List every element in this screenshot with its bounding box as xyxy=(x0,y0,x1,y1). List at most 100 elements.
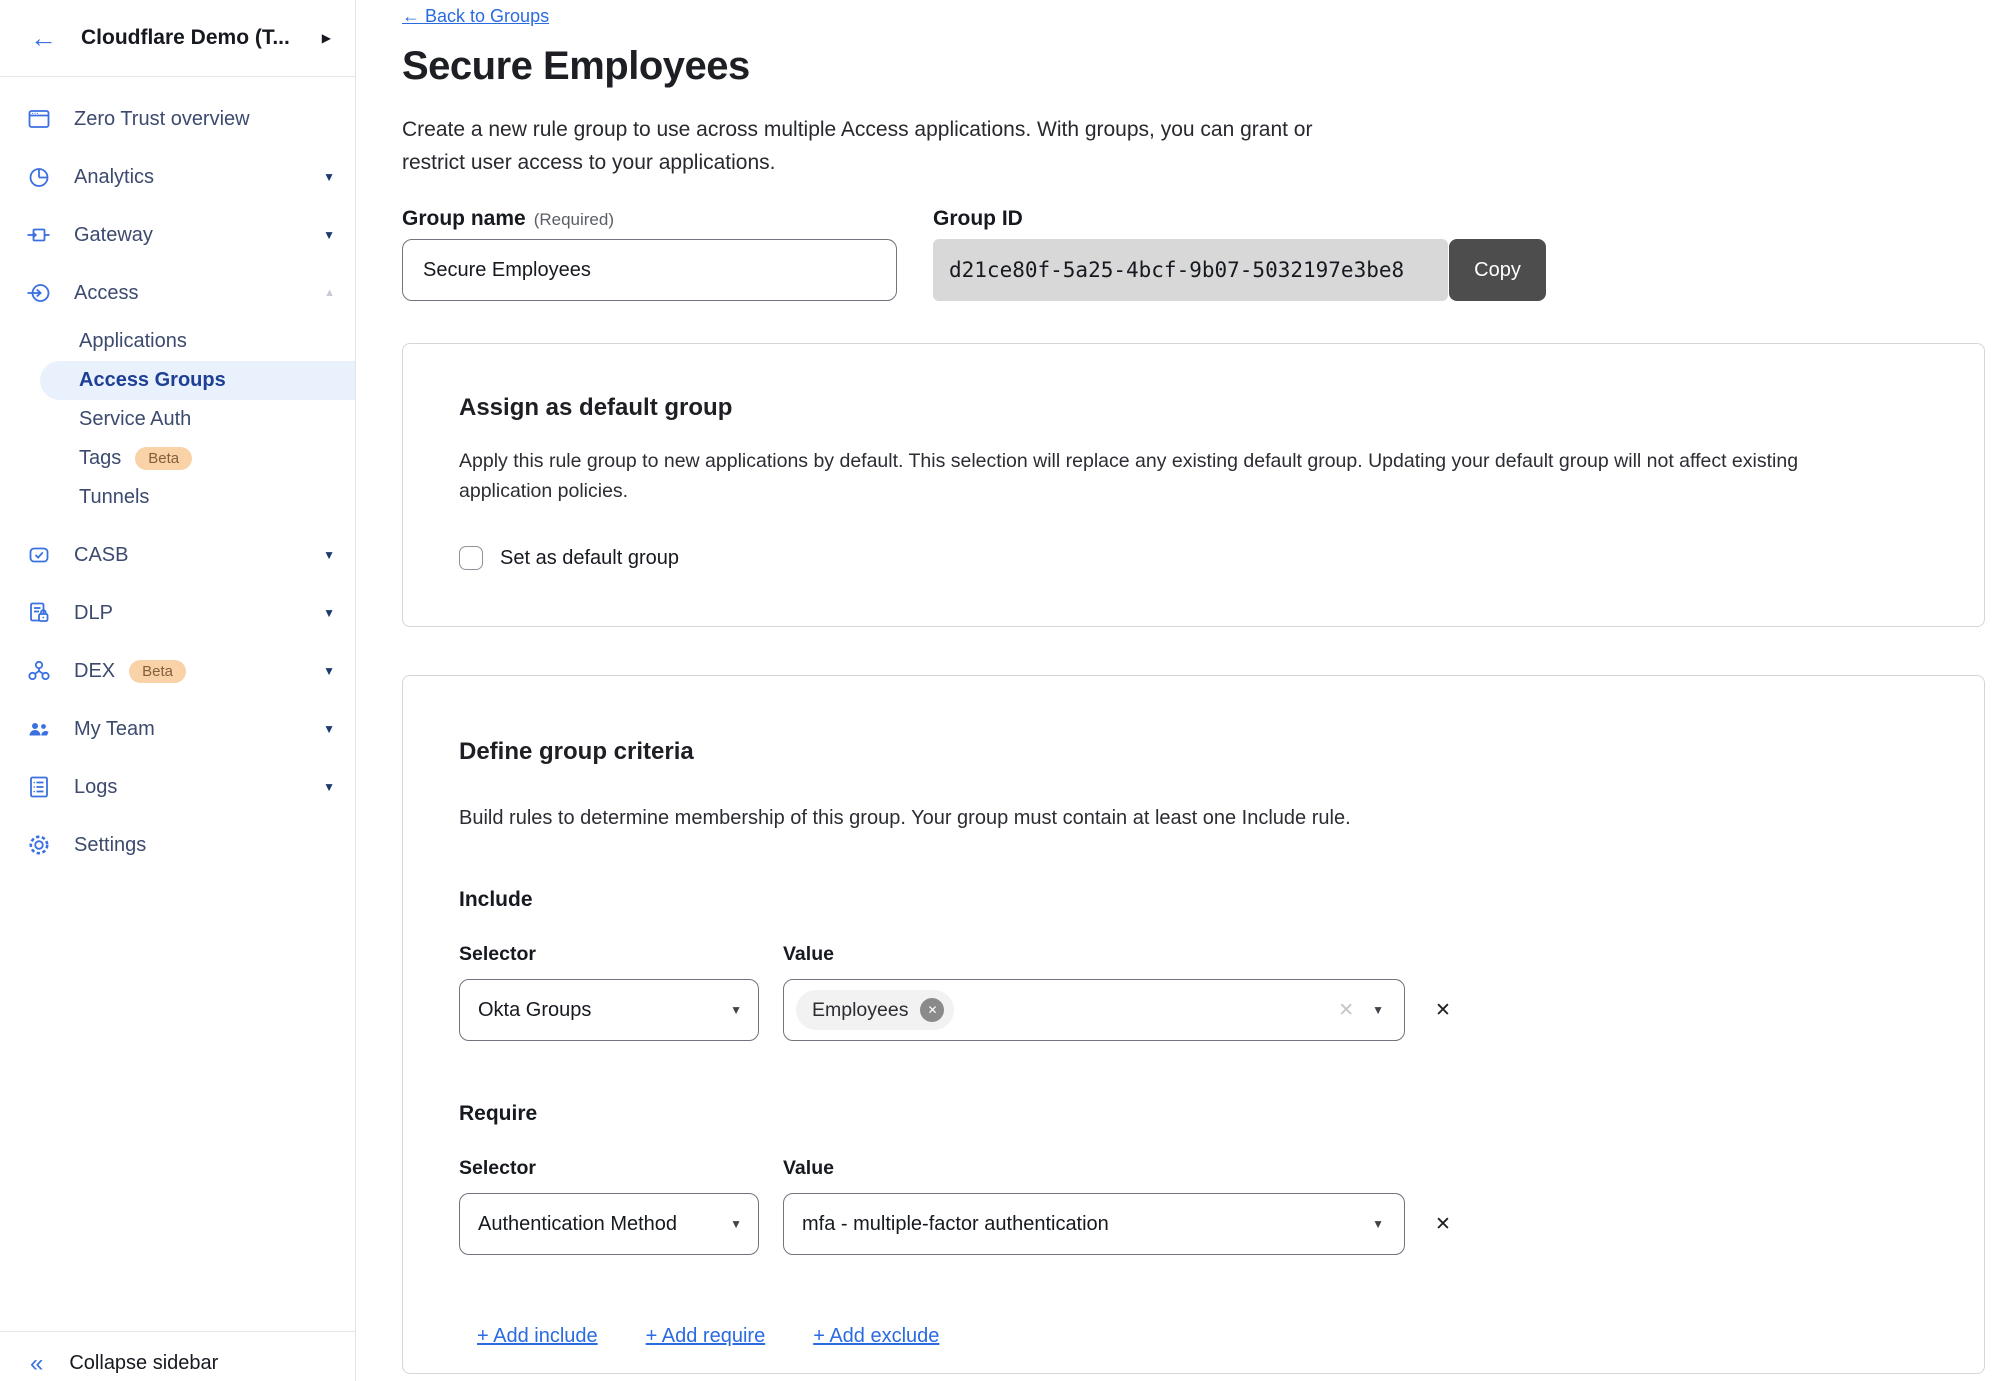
sidebar-item-tags[interactable]: Tags Beta xyxy=(0,439,355,478)
sidebar-item-access-groups[interactable]: Access Groups xyxy=(40,361,355,400)
group-name-label: Group name (Required) xyxy=(402,207,897,231)
name-id-form-row: Group name (Required) Group ID d21ce80f-5… xyxy=(402,207,1999,301)
require-value-label: Value xyxy=(783,1157,834,1181)
include-selector-dropdown[interactable]: Okta Groups ▼ xyxy=(459,979,759,1041)
sidebar-item-my-team[interactable]: My Team ▼ xyxy=(0,700,355,758)
include-selector-value: Okta Groups xyxy=(478,999,730,1022)
criteria-card: Define group criteria Build rules to det… xyxy=(402,675,1985,1374)
people-icon xyxy=(26,716,52,742)
casb-shield-check-icon xyxy=(26,542,52,568)
group-id-label: Group ID xyxy=(933,207,1546,231)
default-group-card-title: Assign as default group xyxy=(459,394,1928,422)
sidebar-item-applications[interactable]: Applications xyxy=(0,322,355,361)
require-rule-row: Authentication Method ▼ mfa - multiple-f… xyxy=(459,1193,1928,1255)
chevron-down-icon: ▼ xyxy=(1372,1217,1384,1231)
chevron-down-icon: ▼ xyxy=(323,170,335,184)
add-require-link[interactable]: + Add require xyxy=(646,1325,766,1349)
sidebar-item-zero-trust-overview[interactable]: Zero Trust overview xyxy=(0,90,355,148)
sidebar-item-label: Tags xyxy=(79,447,121,470)
include-selector-label: Selector xyxy=(459,943,759,967)
require-value: mfa - multiple-factor authentication xyxy=(802,1213,1354,1236)
logs-list-icon xyxy=(26,774,52,800)
sidebar-item-label: Service Auth xyxy=(79,408,191,431)
value-chip-label: Employees xyxy=(812,999,908,1022)
account-title: Cloudflare Demo (T... xyxy=(81,26,322,50)
window-icon xyxy=(26,106,52,132)
group-name-input[interactable] xyxy=(402,239,897,301)
require-value-dropdown[interactable]: mfa - multiple-factor authentication ▼ xyxy=(783,1193,1405,1255)
back-to-groups-link[interactable]: ← Back to Groups xyxy=(402,6,549,27)
beta-badge: Beta xyxy=(135,447,192,470)
chevron-down-icon: ▼ xyxy=(730,1217,742,1231)
set-default-checkbox[interactable] xyxy=(459,546,483,570)
copy-button[interactable]: Copy xyxy=(1449,239,1546,301)
add-rule-links: + Add include + Add require + Add exclud… xyxy=(477,1325,1928,1349)
gateway-icon xyxy=(26,222,52,248)
set-default-checkbox-label: Set as default group xyxy=(500,547,679,570)
sidebar-item-label: Analytics xyxy=(74,166,154,189)
sidebar-item-label: Zero Trust overview xyxy=(74,108,250,131)
back-arrow-icon[interactable]: ← xyxy=(30,25,57,52)
chevron-down-icon: ▼ xyxy=(1372,1003,1384,1017)
include-value-multiselect[interactable]: Employees ✕ ✕ ▼ xyxy=(783,979,1405,1041)
sidebar-item-service-auth[interactable]: Service Auth xyxy=(0,400,355,439)
required-hint: (Required) xyxy=(534,210,614,229)
sidebar-item-label: Settings xyxy=(74,834,146,857)
chevron-down-icon: ▼ xyxy=(323,722,335,736)
clear-values-icon[interactable]: ✕ xyxy=(1338,999,1354,1022)
add-exclude-link[interactable]: + Add exclude xyxy=(813,1325,939,1349)
chevron-down-icon: ▼ xyxy=(323,664,335,678)
sidebar-item-analytics[interactable]: Analytics ▼ xyxy=(0,148,355,206)
group-id-field: Group ID d21ce80f-5a25-4bcf-9b07-5032197… xyxy=(933,207,1546,301)
group-name-field: Group name (Required) xyxy=(402,207,897,301)
sidebar: ← Cloudflare Demo (T... ▶ Zero Trust ove… xyxy=(0,0,356,1381)
criteria-card-title: Define group criteria xyxy=(459,738,1928,766)
sidebar-item-label: Access xyxy=(74,282,138,305)
require-selector-label: Selector xyxy=(459,1157,759,1181)
collapse-sidebar-label: Collapse sidebar xyxy=(69,1352,218,1375)
page-title: Secure Employees xyxy=(402,43,1999,89)
sidebar-item-label: My Team xyxy=(74,718,155,741)
main-content: ← Back to Groups Secure Employees Create… xyxy=(357,0,1999,1381)
default-group-checkbox-row: Set as default group xyxy=(459,546,1928,570)
sidebar-item-gateway[interactable]: Gateway ▼ xyxy=(0,206,355,264)
require-labels: Selector Value xyxy=(459,1157,1928,1181)
collapse-sidebar-button[interactable]: « Collapse sidebar xyxy=(0,1331,355,1381)
sidebar-item-label: DLP xyxy=(74,602,113,625)
include-value-label: Value xyxy=(783,943,834,967)
group-name-label-text: Group name xyxy=(402,207,526,230)
sidebar-item-access[interactable]: Access ▲ xyxy=(0,264,355,322)
require-selector-value: Authentication Method xyxy=(478,1213,730,1236)
sidebar-item-label: CASB xyxy=(74,544,128,567)
beta-badge: Beta xyxy=(129,660,186,683)
sidebar-item-dlp[interactable]: DLP ▼ xyxy=(0,584,355,642)
sidebar-item-settings[interactable]: Settings xyxy=(0,816,355,874)
document-lock-icon xyxy=(26,600,52,626)
account-switcher-caret-icon[interactable]: ▶ xyxy=(322,31,331,45)
group-id-row: d21ce80f-5a25-4bcf-9b07-5032197e3be8 Cop… xyxy=(933,239,1546,301)
back-link-label: Back to Groups xyxy=(425,6,549,26)
sidebar-item-casb[interactable]: CASB ▼ xyxy=(0,526,355,584)
default-group-card: Assign as default group Apply this rule … xyxy=(402,343,1985,627)
sidebar-header: ← Cloudflare Demo (T... ▶ xyxy=(0,0,355,77)
sidebar-item-logs[interactable]: Logs ▼ xyxy=(0,758,355,816)
sidebar-item-label: Tunnels xyxy=(79,486,149,509)
include-heading: Include xyxy=(459,887,1928,913)
remove-require-rule-icon[interactable]: ✕ xyxy=(1435,1213,1451,1236)
chevron-down-icon: ▼ xyxy=(323,606,335,620)
chip-remove-icon[interactable]: ✕ xyxy=(920,998,944,1022)
remove-include-rule-icon[interactable]: ✕ xyxy=(1435,999,1451,1022)
access-login-icon xyxy=(26,280,52,306)
chevron-down-icon: ▼ xyxy=(730,1003,742,1017)
chevron-down-icon: ▼ xyxy=(323,780,335,794)
sidebar-item-dex[interactable]: DEX Beta ▼ xyxy=(0,642,355,700)
sidebar-nav: Zero Trust overview Analytics ▼ xyxy=(0,77,355,874)
require-heading: Require xyxy=(459,1101,1928,1127)
value-chip: Employees ✕ xyxy=(796,990,954,1030)
require-selector-dropdown[interactable]: Authentication Method ▼ xyxy=(459,1193,759,1255)
add-include-link[interactable]: + Add include xyxy=(477,1325,598,1349)
gear-icon xyxy=(26,832,52,858)
sidebar-item-tunnels[interactable]: Tunnels xyxy=(0,478,355,517)
network-cluster-icon xyxy=(26,658,52,684)
default-group-card-description: Apply this rule group to new application… xyxy=(459,446,1879,506)
